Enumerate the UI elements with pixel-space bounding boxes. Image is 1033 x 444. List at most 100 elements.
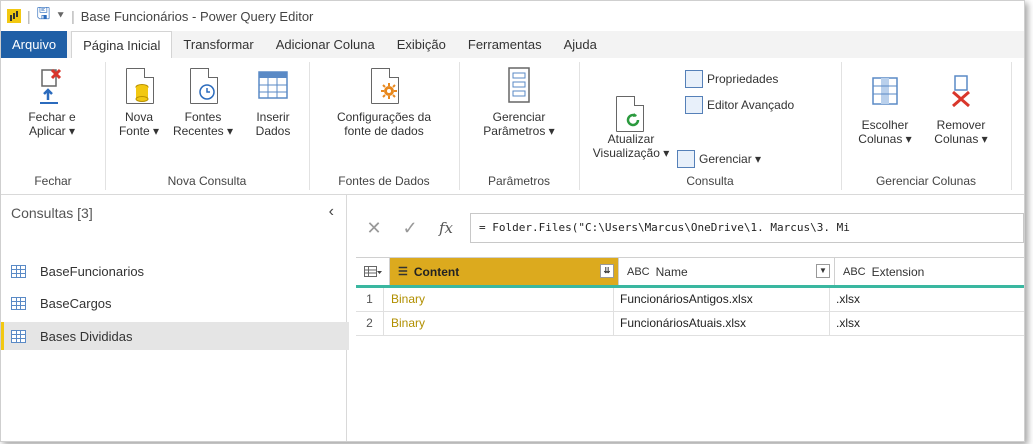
propriedades-button[interactable]: Propriedades xyxy=(685,70,778,88)
insert-data-icon xyxy=(257,66,289,106)
group-fechar: Fechar e Aplicar ▾ Fechar xyxy=(1,62,106,190)
query-item-basefuncionarios[interactable]: BaseFuncionarios xyxy=(1,257,346,285)
separator: | xyxy=(71,8,75,24)
tab-ajuda[interactable]: Ajuda xyxy=(553,31,608,58)
remove-columns-icon xyxy=(945,74,977,114)
tab-adicionar-coluna[interactable]: Adicionar Coluna xyxy=(265,31,386,58)
fechar-aplicar-button[interactable]: Fechar e Aplicar ▾ xyxy=(7,66,97,138)
name-cell[interactable]: FuncionáriosAtuais.xlsx xyxy=(614,312,830,335)
data-source-settings-icon xyxy=(368,66,400,106)
group-label-gerenciar-colunas: Gerenciar Colunas xyxy=(875,174,977,188)
column-header-content[interactable]: ☰ Content ⇊ xyxy=(390,258,619,285)
formula-input[interactable]: = Folder.Files("C:\Users\Marcus\OneDrive… xyxy=(470,213,1024,243)
gerenciar-parametros-label-2: Parâmetros ▾ xyxy=(483,124,555,138)
group-consulta: Atualizar Visualização ▾ Propriedades Ed… xyxy=(579,62,842,190)
row-number: 1 xyxy=(356,288,384,311)
tab-pagina-inicial[interactable]: Página Inicial xyxy=(71,31,173,58)
table-row: 1 Binary FuncionáriosAntigos.xlsx .xlsx xyxy=(356,288,1024,312)
query-label: Bases Divididas xyxy=(40,328,133,344)
query-label: BaseFuncionarios xyxy=(40,263,145,279)
column-header-name[interactable]: ABC Name ▼ xyxy=(619,258,835,285)
choose-columns-icon xyxy=(869,74,901,114)
separator: | xyxy=(27,8,31,24)
group-gerenciar-colunas: Escolher Colunas ▾ Remover Colunas ▾ Ger… xyxy=(841,62,1012,190)
column-label: Extension xyxy=(871,264,925,279)
column-label: Content xyxy=(413,264,460,279)
group-parametros: Gerenciar Parâmetros ▾ Parâmetros xyxy=(459,62,580,190)
nova-fonte-label-1: Nova xyxy=(124,110,153,124)
fx-icon[interactable]: fx xyxy=(428,219,464,237)
close-apply-icon xyxy=(36,66,68,106)
escolher-colunas-button[interactable]: Escolher Colunas ▾ xyxy=(849,66,921,146)
propriedades-label: Propriedades xyxy=(707,72,779,86)
name-cell[interactable]: FuncionáriosAntigos.xlsx xyxy=(614,288,830,311)
row-number: 2 xyxy=(356,312,384,335)
confirm-icon[interactable]: ✓ xyxy=(392,218,428,239)
fontes-recentes-label-2: Recentes ▾ xyxy=(172,124,234,138)
ribbon-tabs: Arquivo Página Inicial Transformar Adici… xyxy=(1,31,1024,58)
formula-bar: ✕ ✓ fx = Folder.Files("C:\Users\Marcus\O… xyxy=(356,211,1024,245)
query-item-basecargos[interactable]: BaseCargos xyxy=(1,289,346,317)
nova-fonte-button[interactable]: Nova Fonte ▾ xyxy=(111,66,167,138)
queries-header: Consultas [3] xyxy=(11,205,93,221)
queries-pane: Consultas [3] ‹ BaseFuncionarios BaseCar… xyxy=(1,195,349,441)
gerenciar-button[interactable]: Gerenciar ▾ xyxy=(677,150,761,168)
ribbon: Fechar e Aplicar ▾ Fechar Nova Fonte ▾ F… xyxy=(1,58,1024,195)
group-fontes-dados: Configurações da fonte de dados Fontes d… xyxy=(309,62,460,190)
group-label-parametros: Parâmetros xyxy=(487,174,551,188)
text-type-icon[interactable]: ABC xyxy=(627,266,650,278)
query-item-bases-divididas[interactable]: Bases Divididas xyxy=(1,322,349,350)
extension-cell[interactable]: .xlsx xyxy=(830,312,1024,335)
remover-label-1: Remover xyxy=(936,118,986,132)
inserir-dados-button[interactable]: Inserir Dados xyxy=(243,66,303,138)
column-label: Name xyxy=(655,264,688,279)
title-bar: | 🖫 ⯆ | Base Funcionários - Power Query … xyxy=(1,1,1024,31)
atualizar-visualizacao-button[interactable] xyxy=(583,66,675,138)
window-title: Base Funcionários - Power Query Editor xyxy=(80,8,314,24)
remover-label-2: Colunas ▾ xyxy=(934,132,988,146)
collapse-pane-icon[interactable]: ‹ xyxy=(329,203,334,221)
atualizar-label-1: Atualizar xyxy=(607,132,655,146)
group-label-nova-consulta: Nova Consulta xyxy=(167,174,247,188)
manage-parameters-icon xyxy=(503,66,535,106)
manage-table-icon xyxy=(677,150,695,168)
editor-avancado-button[interactable]: Editor Avançado xyxy=(685,96,794,114)
grid-header: ☰ Content ⇊ ABC Name ▼ ABC Extension xyxy=(356,257,1024,288)
table-icon xyxy=(11,296,26,310)
gerenciar-parametros-button[interactable]: Gerenciar Parâmetros ▾ xyxy=(465,66,573,138)
remover-colunas-button[interactable]: Remover Colunas ▾ xyxy=(923,66,999,146)
atualizar-label-wrap: Atualizar Visualização ▾ xyxy=(583,132,679,160)
table-menu-icon[interactable] xyxy=(356,258,390,285)
binary-type-icon[interactable]: ☰ xyxy=(398,265,408,278)
tab-arquivo[interactable]: Arquivo xyxy=(1,31,68,58)
binary-cell[interactable]: Binary xyxy=(384,288,614,311)
group-label-fontes-dados: Fontes de Dados xyxy=(338,174,430,188)
fechar-label-2: Aplicar ▾ xyxy=(28,124,76,138)
expand-binary-icon[interactable]: ⇊ xyxy=(600,264,614,278)
fontes-recentes-label-1: Fontes xyxy=(184,110,222,124)
group-label-consulta: Consulta xyxy=(686,174,734,188)
column-header-extension[interactable]: ABC Extension xyxy=(835,258,1024,285)
cancel-icon[interactable]: ✕ xyxy=(356,218,392,239)
configuracoes-fonte-button[interactable]: Configurações da fonte de dados xyxy=(315,66,453,138)
tab-transformar[interactable]: Transformar xyxy=(172,31,264,58)
quick-access-dropdown-icon[interactable]: ⯆ xyxy=(56,10,65,23)
fechar-label-1: Fechar e xyxy=(28,110,76,124)
tab-exibicao[interactable]: Exibição xyxy=(386,31,457,58)
text-type-icon[interactable]: ABC xyxy=(843,266,866,278)
group-nova-consulta: Nova Fonte ▾ Fontes Recentes ▾ Inserir D… xyxy=(105,62,310,190)
escolher-label-1: Escolher xyxy=(861,118,909,132)
configuracoes-label-1: Configurações da xyxy=(336,110,432,124)
fontes-recentes-button[interactable]: Fontes Recentes ▾ xyxy=(167,66,239,138)
save-icon[interactable]: 🖫 xyxy=(37,3,51,30)
binary-cell[interactable]: Binary xyxy=(384,312,614,335)
inserir-dados-label-1: Inserir xyxy=(256,110,290,124)
advanced-editor-icon xyxy=(685,96,703,114)
power-bi-logo-icon xyxy=(7,9,21,23)
tab-ferramentas[interactable]: Ferramentas xyxy=(457,31,553,58)
extension-cell[interactable]: .xlsx xyxy=(830,288,1024,311)
inserir-dados-label-2: Dados xyxy=(255,124,291,138)
gerenciar-parametros-label-1: Gerenciar xyxy=(492,110,546,124)
filter-dropdown-icon[interactable]: ▼ xyxy=(816,264,830,278)
gerenciar-label: Gerenciar ▾ xyxy=(699,152,762,166)
